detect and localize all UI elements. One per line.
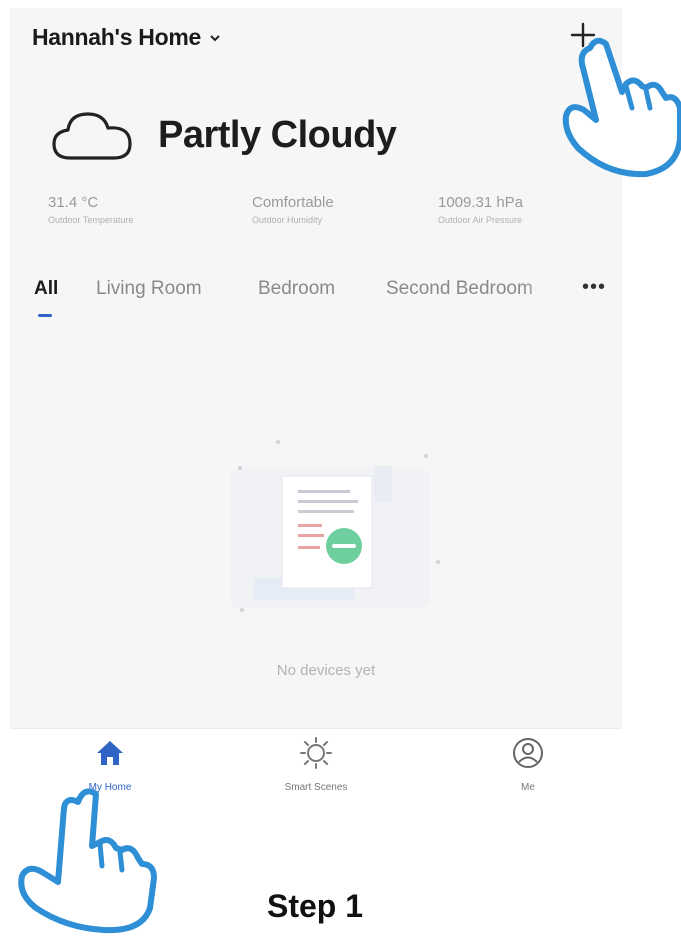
stat-label: Outdoor Humidity xyxy=(252,215,323,225)
nav-me[interactable]: Me xyxy=(458,736,598,793)
nav-label: Me xyxy=(521,782,535,793)
home-selector[interactable]: Hannah's Home xyxy=(32,24,221,51)
weather-condition: Partly Cloudy xyxy=(158,113,397,156)
stat-label: Outdoor Temperature xyxy=(48,215,134,225)
tab-overflow-fade xyxy=(520,270,576,310)
active-tab-indicator xyxy=(38,314,52,317)
profile-icon xyxy=(513,738,543,768)
navbar-divider xyxy=(10,728,622,729)
stat-value: 31.4 °C xyxy=(48,194,99,211)
stat-air-pressure: 1009.31 hPa Outdoor Air Pressure xyxy=(438,194,523,225)
stat-temperature: 31.4 °C Outdoor Temperature xyxy=(48,194,133,225)
stat-value: 1009.31 hPa xyxy=(438,194,524,211)
tab-bedroom[interactable]: Bedroom xyxy=(258,278,335,300)
phone-screen: Hannah's Home Partly Cloudy 31.4 °C Outd… xyxy=(10,8,622,728)
cloud-icon xyxy=(52,112,132,160)
more-tabs-button[interactable]: ••• xyxy=(582,276,606,299)
stat-label: Outdoor Air Pressure xyxy=(438,215,523,225)
tab-all[interactable]: All xyxy=(34,278,58,300)
nav-smart-scenes[interactable]: Smart Scenes xyxy=(246,736,386,793)
weather-summary: Partly Cloudy xyxy=(50,106,397,164)
chevron-down-icon xyxy=(210,34,220,41)
home-icon xyxy=(97,741,123,765)
nav-label: Smart Scenes xyxy=(284,782,348,793)
tab-second-bedroom[interactable]: Second Bedroom xyxy=(386,278,533,300)
stat-value: Comfortable xyxy=(252,194,334,211)
empty-state-text: No devices yet xyxy=(276,662,376,679)
tab-living-room[interactable]: Living Room xyxy=(96,278,202,300)
step-caption: Step 1 xyxy=(266,888,364,924)
stat-humidity: Comfortable Outdoor Humidity xyxy=(252,194,334,225)
sun-icon xyxy=(300,737,332,769)
empty-devices-illustration xyxy=(230,440,440,612)
pointing-hand-icon xyxy=(562,37,681,178)
home-name: Hannah's Home xyxy=(32,24,201,50)
